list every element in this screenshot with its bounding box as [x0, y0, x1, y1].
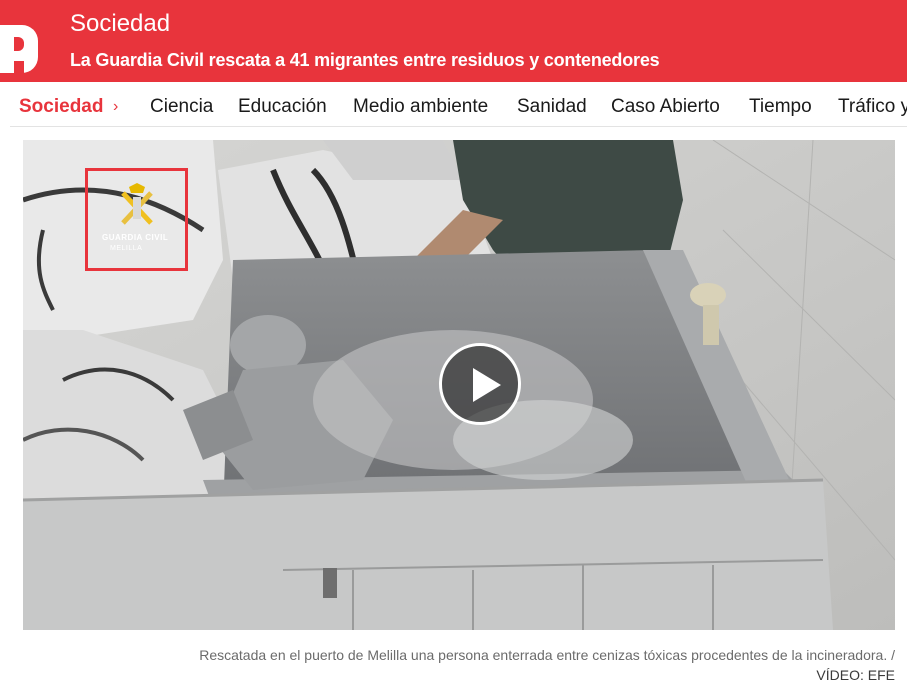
section-title[interactable]: Sociedad: [70, 9, 170, 39]
nav-item-tiempo[interactable]: Tiempo: [749, 96, 812, 118]
play-button[interactable]: [439, 343, 521, 425]
nav-item-ciencia[interactable]: Ciencia: [150, 96, 213, 118]
caption-text: Rescatada en el puerto de Melilla una pe…: [199, 647, 895, 663]
publico-p-logo-icon: [0, 25, 38, 73]
nav-item-medio-ambiente[interactable]: Medio ambiente: [353, 96, 488, 118]
watermark-line-2: MELILLA: [110, 245, 143, 252]
video-player[interactable]: GUARDIA CIVIL MELILLA: [23, 140, 895, 630]
play-icon: [473, 368, 501, 402]
nav-divider: [10, 126, 907, 127]
guardia-civil-emblem-icon: [121, 183, 153, 225]
caption-credit: VÍDEO: EFE: [816, 667, 895, 683]
site-logo[interactable]: [0, 2, 52, 80]
nav-item-trafico[interactable]: Tráfico y: [838, 96, 907, 118]
site-header: Sociedad La Guardia Civil rescata a 41 m…: [0, 0, 907, 82]
page-headline[interactable]: La Guardia Civil rescata a 41 migrantes …: [70, 49, 660, 71]
nav-item-educacion[interactable]: Educación: [238, 96, 327, 118]
nav-item-sanidad[interactable]: Sanidad: [517, 96, 587, 118]
watermark-line-1: GUARDIA CIVIL: [102, 233, 169, 242]
guardia-civil-watermark: GUARDIA CIVIL MELILLA: [85, 168, 188, 271]
nav-item-caso-abierto[interactable]: Caso Abierto: [611, 96, 720, 118]
chevron-right-icon: ›: [113, 98, 119, 115]
nav-item-sociedad[interactable]: Sociedad: [19, 96, 103, 118]
video-caption: Rescatada en el puerto de Melilla una pe…: [40, 645, 895, 685]
